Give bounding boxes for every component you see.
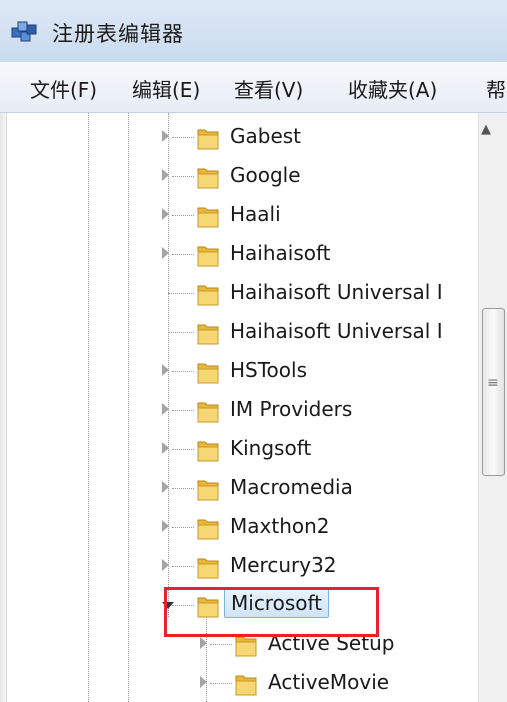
tree-connector <box>172 488 194 489</box>
tree-node-label: Mercury32 <box>230 553 337 577</box>
tree-node-label: Macromedia <box>230 475 353 499</box>
tree-node-label: Google <box>230 163 301 187</box>
expand-arrow-icon[interactable] <box>162 442 169 454</box>
tree-connector <box>172 215 194 216</box>
expand-arrow-icon[interactable] <box>162 481 169 493</box>
tree-node[interactable]: Gabest <box>160 118 478 158</box>
expand-arrow-icon[interactable] <box>162 247 169 259</box>
tree-node[interactable]: ActiveMovie <box>198 664 478 702</box>
tree-node[interactable]: Haihaisoft Universal I <box>160 313 478 353</box>
title-bar: 注册表编辑器 <box>0 0 507 63</box>
tree-node-label: ActiveMovie <box>268 670 390 694</box>
folder-icon <box>196 437 220 463</box>
expand-arrow-icon[interactable] <box>162 520 169 532</box>
tree-connector <box>172 527 194 528</box>
tree-node-label: Haihaisoft <box>230 241 331 265</box>
folder-icon <box>234 671 258 697</box>
tree-node[interactable]: Macromedia <box>160 469 478 509</box>
folder-icon <box>196 203 220 229</box>
annotation-highlight-box <box>164 587 379 637</box>
folder-icon <box>196 320 220 346</box>
tree-node[interactable]: Maxthon2 <box>160 508 478 548</box>
folder-icon <box>196 164 220 190</box>
tree-node-label: Haihaisoft Universal I <box>230 280 443 304</box>
tree-node-label: Haali <box>230 202 281 226</box>
tree-node[interactable]: IM Providers <box>160 391 478 431</box>
menu-edit[interactable]: 编辑(E) <box>132 74 200 103</box>
tree-connector <box>172 137 194 138</box>
tree-connector <box>172 254 194 255</box>
tree-node-label: HSTools <box>230 358 308 382</box>
expand-arrow-icon[interactable] <box>162 403 169 415</box>
folder-icon <box>196 125 220 151</box>
tree-connector <box>210 644 232 645</box>
expand-arrow-icon[interactable] <box>162 169 169 181</box>
expand-arrow-icon[interactable] <box>162 130 169 142</box>
folder-icon <box>196 359 220 385</box>
tree-connector <box>210 683 232 684</box>
menu-favorites[interactable]: 收藏夹(A) <box>348 74 437 103</box>
folder-icon <box>196 398 220 424</box>
tree-connector <box>168 293 194 294</box>
tree-guide-line <box>128 113 129 702</box>
tree-node[interactable]: Google <box>160 157 478 197</box>
tree-connector <box>172 410 194 411</box>
tree-connector <box>168 332 194 333</box>
folder-icon <box>196 281 220 307</box>
menu-view[interactable]: 查看(V) <box>234 74 303 103</box>
tree-connector <box>172 176 194 177</box>
tree-node-label: Maxthon2 <box>230 514 330 538</box>
scroll-grip-icon: ≡ <box>487 375 499 391</box>
scroll-up-icon[interactable]: ▲ <box>481 122 491 137</box>
tree-viewport: Gabest Google Haali Haihaisoft Haihaisoft Un… <box>0 113 478 702</box>
tree-node-label: Kingsoft <box>230 436 312 460</box>
folder-icon <box>196 476 220 502</box>
expand-arrow-icon[interactable] <box>200 637 207 649</box>
registry-editor-window: 注册表编辑器 文件(F) 编辑(E) 查看(V) 收藏夹(A) 帮 Gabest… <box>0 0 507 702</box>
tree-connector <box>172 566 194 567</box>
menu-help[interactable]: 帮 <box>486 74 506 103</box>
scrollbar-thumb[interactable] <box>482 308 505 476</box>
expand-arrow-icon[interactable] <box>162 208 169 220</box>
window-title: 注册表编辑器 <box>52 22 184 46</box>
expand-arrow-icon[interactable] <box>162 364 169 376</box>
menu-bar: 文件(F) 编辑(E) 查看(V) 收藏夹(A) 帮 <box>0 62 507 113</box>
expand-arrow-icon[interactable] <box>200 676 207 688</box>
menu-file[interactable]: 文件(F) <box>30 74 97 103</box>
tree-node[interactable]: Haali <box>160 196 478 236</box>
tree-node[interactable]: Mercury32 <box>160 547 478 587</box>
folder-icon <box>196 515 220 541</box>
tree-node[interactable]: Haihaisoft <box>160 235 478 275</box>
tree-connector <box>172 449 194 450</box>
folder-icon <box>196 554 220 580</box>
tree-node[interactable]: Haihaisoft Universal I <box>160 274 478 314</box>
tree-guide-line <box>88 113 89 702</box>
expand-arrow-icon[interactable] <box>162 559 169 571</box>
tree-connector <box>172 371 194 372</box>
tree-node[interactable]: HSTools <box>160 352 478 392</box>
registry-editor-icon <box>11 21 37 42</box>
tree-node[interactable]: Kingsoft <box>160 430 478 470</box>
tree-node-label: Gabest <box>230 124 302 148</box>
folder-icon <box>196 242 220 268</box>
tree-node-label: Haihaisoft Universal I <box>230 319 443 343</box>
tree-node-label: IM Providers <box>230 397 353 421</box>
